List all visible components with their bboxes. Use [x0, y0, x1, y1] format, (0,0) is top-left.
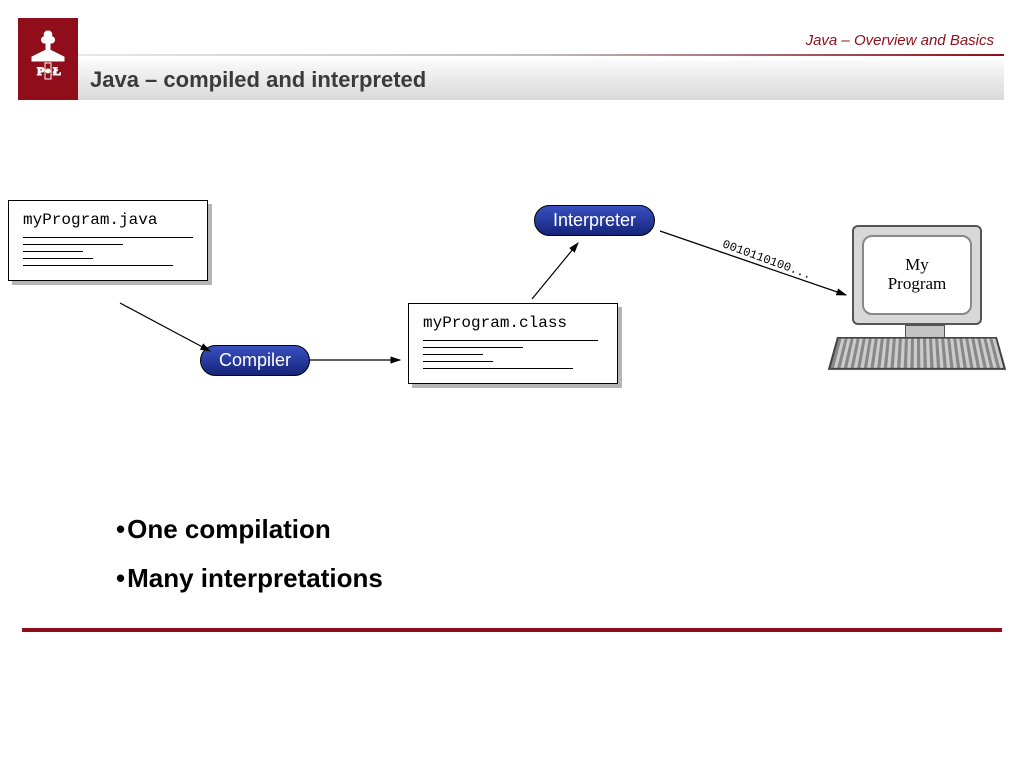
- svg-text:Ł: Ł: [53, 64, 61, 78]
- program-output: My Program: [862, 235, 972, 315]
- interpreter-label: Interpreter: [553, 210, 636, 230]
- computer-icon: My Program: [852, 225, 997, 373]
- source-file-name: myProgram.java: [23, 211, 193, 229]
- class-file-box: myProgram.class: [408, 303, 618, 384]
- header-divider: [78, 54, 1004, 56]
- source-file-box: myProgram.java: [8, 200, 208, 281]
- bytecode-stream-label: 0010110100...: [720, 237, 813, 282]
- breadcrumb: Java – Overview and Basics: [806, 32, 994, 49]
- compiler-node: Compiler: [200, 345, 310, 376]
- bullet-list: One compilation Many interpretations: [116, 505, 383, 604]
- class-file-name: myProgram.class: [423, 314, 603, 332]
- footer-divider: [22, 628, 1002, 632]
- breadcrumb-text: Java – Overview and Basics: [806, 32, 994, 49]
- institution-logo: P Ł: [18, 18, 78, 100]
- compilation-diagram: myProgram.java Compiler myProgram.class …: [0, 195, 1024, 455]
- bullet-item: Many interpretations: [116, 554, 383, 603]
- interpreter-node: Interpreter: [534, 205, 655, 236]
- bullet-item: One compilation: [116, 505, 383, 554]
- compiler-label: Compiler: [219, 350, 291, 370]
- title-bar: Java – compiled and interpreted: [78, 60, 1004, 100]
- page-title: Java – compiled and interpreted: [90, 67, 426, 93]
- svg-text:P: P: [37, 64, 44, 78]
